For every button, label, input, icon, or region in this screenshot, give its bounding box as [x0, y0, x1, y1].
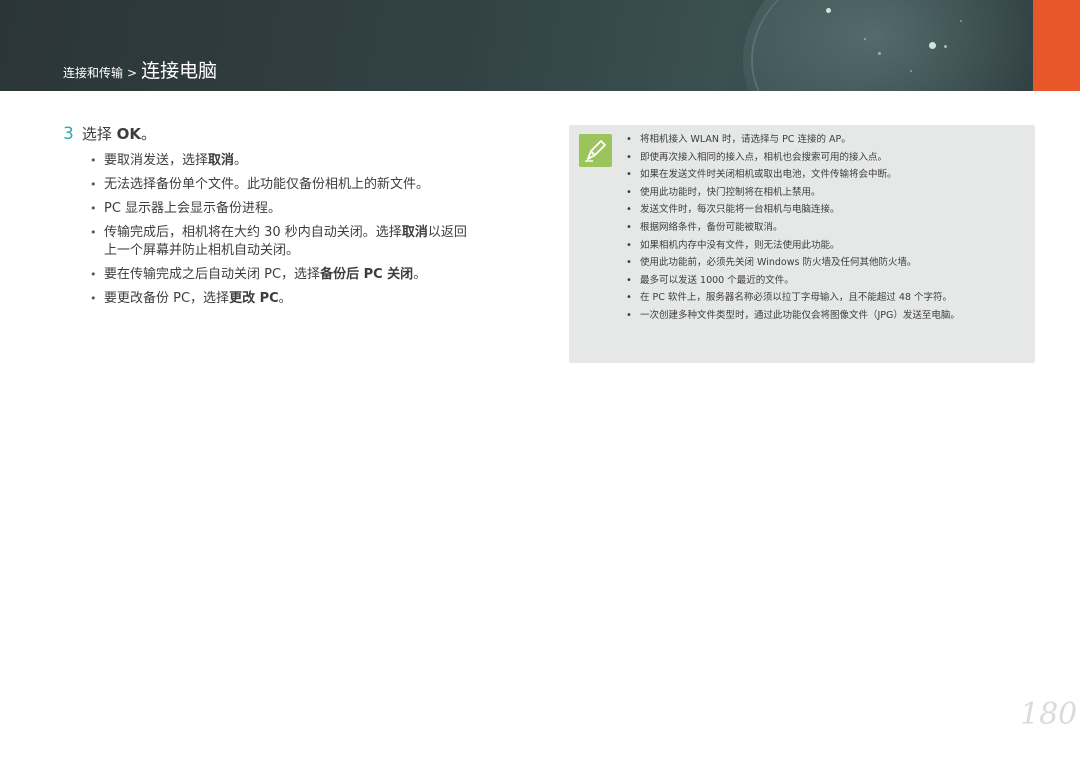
list-item: 传输完成后，相机将在大约 30 秒内自动关闭。选择取消以返回上一个屏幕并防止相机…	[90, 224, 530, 260]
sparkle-icon	[878, 52, 881, 55]
step-heading: 3 选择 OK。	[63, 123, 156, 144]
step-option: OK	[116, 125, 141, 143]
list-item: 要在传输完成之后自动关闭 PC，选择备份后 PC 关闭。	[90, 266, 530, 284]
note-item: 在 PC 软件上，服务器名称必须以拉丁字母输入，且不能超过 48 个字符。	[625, 291, 1025, 304]
sparkle-icon	[910, 70, 912, 72]
breadcrumb: 连接和传输 > 连接电脑	[63, 56, 217, 83]
chapter-tab	[1033, 0, 1080, 91]
note-item: 如果在发送文件时关闭相机或取出电池，文件传输将会中断。	[625, 168, 1025, 181]
page-title: 连接电脑	[141, 60, 218, 82]
note-item: 发送文件时，每次只能将一台相机与电脑连接。	[625, 203, 1025, 216]
sparkle-icon	[944, 45, 947, 48]
page-number: 180	[1020, 697, 1078, 732]
header-arc	[751, 0, 1013, 91]
note-item: 使用此功能前，必须先关闭 Windows 防火墙及任何其他防火墙。	[625, 256, 1025, 269]
sparkle-icon	[929, 42, 936, 49]
sparkle-icon	[960, 20, 962, 22]
note-item: 一次创建多种文件类型时，通过此功能仅会将图像文件（JPG）发送至电脑。	[625, 309, 1025, 322]
list-item: PC 显示器上会显示备份进程。	[90, 200, 530, 218]
pen-note-icon	[579, 134, 612, 167]
breadcrumb-section: 连接和传输	[63, 66, 124, 80]
step-text: 选择 OK。	[81, 125, 156, 143]
note-item: 如果相机内存中没有文件，则无法使用此功能。	[625, 239, 1025, 252]
note-list: 将相机接入 WLAN 时，请选择与 PC 连接的 AP。 即使再次接入相同的接入…	[625, 133, 1025, 327]
list-item: 无法选择备份单个文件。此功能仅备份相机上的新文件。	[90, 176, 530, 194]
step-number: 3	[63, 124, 74, 144]
sparkle-icon	[826, 8, 831, 13]
step-bullet-list: 要取消发送，选择取消。 无法选择备份单个文件。此功能仅备份相机上的新文件。 PC…	[90, 152, 530, 314]
note-item: 最多可以发送 1000 个最近的文件。	[625, 274, 1025, 287]
note-item: 将相机接入 WLAN 时，请选择与 PC 连接的 AP。	[625, 133, 1025, 146]
header-banner: 连接和传输 > 连接电脑	[0, 0, 1033, 91]
note-item: 使用此功能时，快门控制将在相机上禁用。	[625, 186, 1025, 199]
note-box: 将相机接入 WLAN 时，请选择与 PC 连接的 AP。 即使再次接入相同的接入…	[569, 125, 1035, 363]
sparkle-icon	[864, 38, 866, 40]
list-item: 要取消发送，选择取消。	[90, 152, 530, 170]
breadcrumb-separator: >	[127, 66, 138, 80]
list-item: 要更改备份 PC，选择更改 PC。	[90, 290, 530, 308]
note-item: 根据网络条件，备份可能被取消。	[625, 221, 1025, 234]
note-item: 即使再次接入相同的接入点，相机也会搜索可用的接入点。	[625, 151, 1025, 164]
